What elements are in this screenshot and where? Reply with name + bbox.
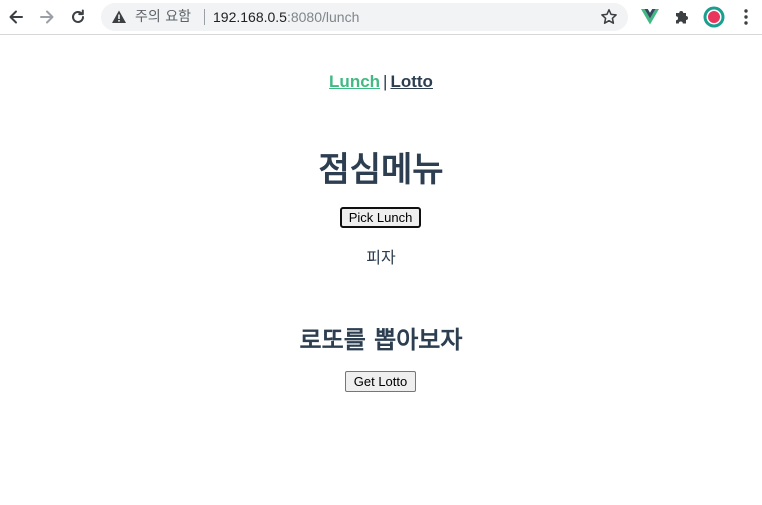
extensions-button[interactable] [670,5,694,29]
browser-toolbar: 주의 요함 192.168.0.5:8080/lunch [0,0,762,35]
top-nav: Lunch | Lotto [0,72,762,92]
puzzle-icon [676,11,688,24]
lunch-result: 피자 [366,248,396,267]
star-icon[interactable] [600,8,618,26]
url-text[interactable]: 192.168.0.5:8080/lunch [213,9,359,25]
vue-extension-button[interactable] [638,5,662,29]
lotto-title: 로또를 뽑아보자 [299,326,463,354]
reload-icon [72,9,84,23]
nav-link-lunch[interactable]: Lunch [329,72,380,91]
address-bar[interactable]: 주의 요함 192.168.0.5:8080/lunch [101,3,628,31]
profile-avatar-icon [703,6,725,28]
nav-separator: | [383,72,388,91]
get-lotto-button[interactable]: Get Lotto [345,371,416,392]
back-button[interactable] [4,5,28,29]
warning-icon[interactable] [111,9,127,25]
pick-lunch-button[interactable]: Pick Lunch [340,207,421,228]
url-path: :8080/lunch [286,9,360,25]
url-separator [204,9,205,25]
vue-icon [641,9,659,25]
arrow-right-icon [40,10,54,24]
kebab-menu-icon [744,9,748,25]
reload-button[interactable] [66,5,90,29]
security-label[interactable]: 주의 요함 [135,9,191,25]
browser-menu-button[interactable] [734,5,758,29]
lunch-menu-title: 점심메뉴 [318,150,444,190]
forward-button[interactable] [35,5,59,29]
nav-link-lotto[interactable]: Lotto [390,72,432,91]
arrow-left-icon [9,10,23,24]
profile-button[interactable] [702,5,726,29]
url-host: 192.168.0.5 [213,9,287,25]
